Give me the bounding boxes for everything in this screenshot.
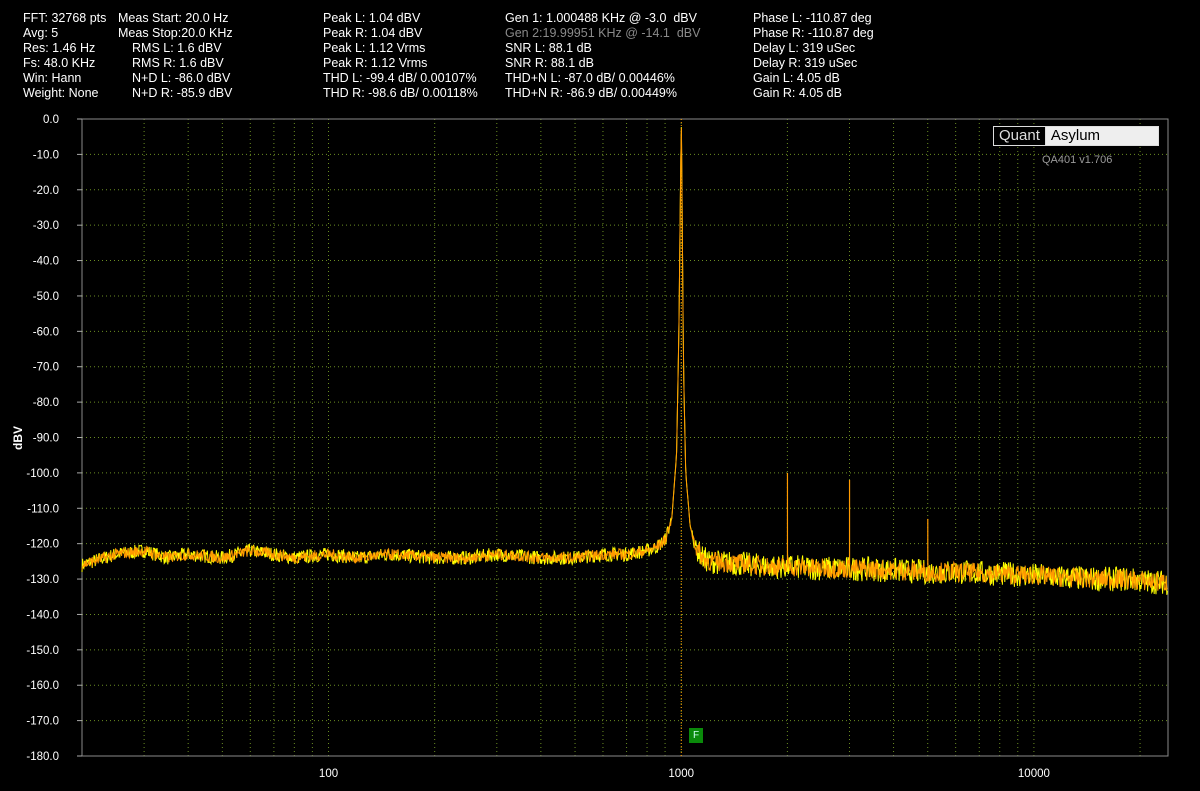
y-tick-label: -120.0 — [26, 539, 59, 551]
y-tick-label: -140.0 — [26, 609, 59, 621]
y-tick-label: -180.0 — [26, 751, 59, 763]
y-tick-label: -40.0 — [33, 256, 59, 268]
x-tick-label: 10000 — [1018, 768, 1050, 780]
y-tick-label: -20.0 — [33, 185, 59, 197]
chart-grid — [82, 119, 1168, 756]
y-tick-label: -150.0 — [26, 645, 59, 657]
x-tick-label: 100 — [319, 768, 338, 780]
plot-frame — [81, 118, 1169, 757]
y-tick-label: -130.0 — [26, 574, 59, 586]
y-tick-label: -60.0 — [33, 326, 59, 338]
y-axis-ticks: 0.0 -10.0 -20.0 -30.0 -40.0 -50.0 -60.0 -70.0 -8… — [26, 114, 82, 763]
version-label: QA401 v1.706 — [1042, 154, 1113, 166]
y-tick-label: -160.0 — [26, 680, 59, 692]
spectrum-chart[interactable]: 0.0 -10.0 -20.0 -30.0 -40.0 -50.0 -60.0 -70.0 -8… — [0, 0, 1200, 791]
y-tick-label: -170.0 — [26, 716, 59, 728]
x-axis-ticks: 100 1000 10000 — [319, 768, 1050, 780]
fundamental-marker[interactable]: F — [689, 728, 703, 743]
y-tick-label: -30.0 — [33, 220, 59, 232]
y-tick-label: -70.0 — [33, 362, 59, 374]
quantasylum-logo: Quant Asylum — [993, 126, 1159, 146]
y-tick-label: -90.0 — [33, 433, 59, 445]
y-axis-title: dBV — [11, 426, 25, 450]
trace-group — [81, 119, 1168, 756]
y-tick-label: 0.0 — [43, 114, 59, 126]
y-tick-label: -50.0 — [33, 291, 59, 303]
logo-quant-text: Quant — [994, 127, 1046, 145]
y-tick-label: -80.0 — [33, 397, 59, 409]
y-tick-label: -100.0 — [26, 468, 59, 480]
trace-left — [81, 128, 1168, 592]
trace-right — [81, 127, 1168, 595]
logo-asylum-text: Asylum — [1045, 127, 1158, 145]
y-tick-label: -110.0 — [27, 503, 59, 515]
y-tick-label: -10.0 — [33, 149, 59, 161]
x-tick-label: 1000 — [668, 768, 694, 780]
